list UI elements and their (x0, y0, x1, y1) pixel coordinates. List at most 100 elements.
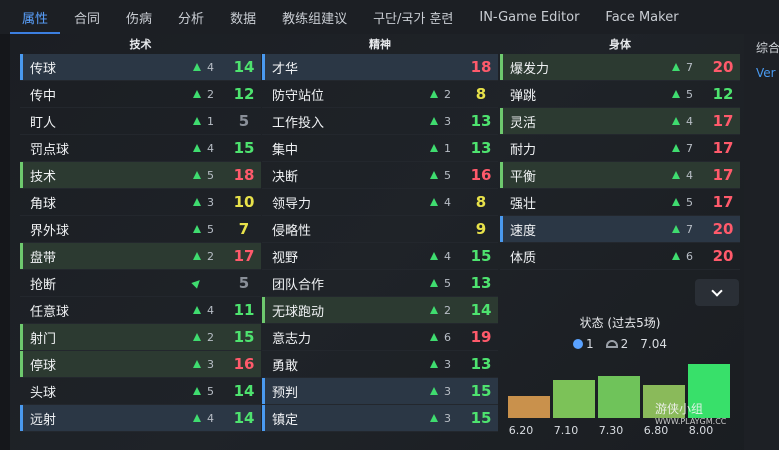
physical-attr-row[interactable]: 耐力 7 17 (500, 135, 740, 162)
tab-2[interactable]: 伤病 (126, 0, 152, 34)
left-strip (0, 34, 10, 450)
trend-up-icon (672, 90, 680, 98)
attr-trend: 7 (672, 142, 706, 155)
attr-value: 14 (233, 58, 255, 76)
mental-attr-row[interactable]: 镇定 3 15 (262, 405, 498, 432)
attr-value: 11 (233, 301, 255, 319)
technical-attr-row[interactable]: 传球 4 14 (20, 54, 261, 81)
technical-attr-row[interactable]: 盯人 1 5 (20, 108, 261, 135)
attr-name: 才华 (272, 61, 299, 77)
tab-7[interactable]: IN-Game Editor (479, 0, 579, 34)
attr-value: 17 (712, 166, 734, 184)
mental-attr-row[interactable]: 无球跑动 2 14 (262, 297, 498, 324)
tab-0[interactable]: 属性 (9, 0, 61, 34)
tab-bar: 属性 合同 伤病 分析 数据 教练组建议 구단/국가 훈련 IN-Game Editor Fac… (0, 0, 779, 34)
expand-dropdown-button[interactable] (695, 279, 739, 306)
trend-up-icon (672, 144, 680, 152)
trend-value: 2 (207, 87, 214, 101)
attr-trend: 5 (430, 169, 464, 182)
attr-trend: 5 (672, 88, 706, 101)
right-panel-link[interactable]: Ver (756, 66, 776, 80)
tab-4[interactable]: 数据 (230, 0, 256, 34)
technical-attr-row[interactable]: 传中 2 12 (20, 81, 261, 108)
technical-attr-row[interactable]: 抢断 5 (20, 270, 261, 297)
mental-attr-row[interactable]: 团队合作 5 13 (262, 270, 498, 297)
mental-attr-row[interactable]: 集中 1 13 (262, 135, 498, 162)
technical-attr-row[interactable]: 罚点球 4 15 (20, 135, 261, 162)
attr-trend: 4 (193, 412, 227, 425)
mental-attr-row[interactable]: 勇敢 3 13 (262, 351, 498, 378)
trend-value: 2 (444, 303, 451, 317)
trend-value: 4 (207, 60, 214, 74)
mental-attr-row[interactable]: 侵略性 9 (262, 216, 498, 243)
trend-up-icon (193, 360, 201, 368)
mental-attr-row[interactable]: 预判 3 15 (262, 378, 498, 405)
trend-value: 4 (444, 249, 451, 263)
mental-attr-row[interactable]: 意志力 6 19 (262, 324, 498, 351)
physical-attr-row[interactable]: 平衡 4 17 (500, 162, 740, 189)
technical-attr-row[interactable]: 盘带 2 17 (20, 243, 261, 270)
trend-up-icon (193, 171, 201, 179)
attr-value: 14 (233, 382, 255, 400)
attr-trend: 5 (430, 277, 464, 290)
trend-value: 4 (686, 168, 693, 182)
trend-value: 7 (686, 222, 693, 236)
attr-value: 15 (470, 409, 492, 427)
physical-attr-row[interactable]: 弹跳 5 12 (500, 81, 740, 108)
technical-attr-row[interactable]: 界外球 5 7 (20, 216, 261, 243)
trend-value: 2 (207, 249, 214, 263)
tab-6[interactable]: 구단/국가 훈련 (373, 0, 453, 34)
technical-attr-row[interactable]: 停球 3 16 (20, 351, 261, 378)
mental-attr-row[interactable]: 决断 5 16 (262, 162, 498, 189)
trend-value: 7 (686, 60, 693, 74)
attr-trend: 4 (193, 142, 227, 155)
attr-value: 15 (233, 139, 255, 157)
tab-3[interactable]: 分析 (178, 0, 204, 34)
mental-attr-row[interactable]: 防守站位 2 8 (262, 81, 498, 108)
technical-attr-row[interactable]: 角球 3 10 (20, 189, 261, 216)
mental-attr-row[interactable]: 工作投入 3 13 (262, 108, 498, 135)
mental-attr-row[interactable]: 才华 18 (262, 54, 498, 81)
ball-icon (573, 339, 583, 349)
chevron-down-icon (711, 284, 723, 297)
physical-attr-row[interactable]: 速度 7 20 (500, 216, 740, 243)
attr-value: 8 (475, 85, 487, 103)
attr-trend: 4 (672, 169, 706, 182)
tab-5[interactable]: 教练组建议 (282, 0, 347, 34)
physical-attr-row[interactable]: 灵活 4 17 (500, 108, 740, 135)
trend-up-icon (193, 198, 201, 206)
technical-header: 技术 (129, 38, 152, 51)
trend-value: 5 (207, 384, 214, 398)
mental-attr-row[interactable]: 领导力 4 8 (262, 189, 498, 216)
attr-value: 17 (712, 112, 734, 130)
physical-attr-row[interactable]: 体质 6 20 (500, 243, 740, 270)
attr-name: 镇定 (272, 412, 299, 428)
attr-value: 17 (712, 193, 734, 211)
trend-up-icon (193, 414, 201, 422)
trend-value: 3 (207, 195, 214, 209)
technical-column: 技术 传球 4 14 传中 2 12 盯人 1 5 罚点球 4 15 技术 5 18 角球 3 10 界外球 5 7 盘带… (20, 34, 261, 432)
attr-trend: 5 (672, 196, 706, 209)
technical-attr-row[interactable]: 任意球 4 11 (20, 297, 261, 324)
tab-8[interactable]: Face Maker (605, 0, 678, 34)
attr-value: 7 (238, 220, 250, 238)
physical-attr-row[interactable]: 爆发力 7 20 (500, 54, 740, 81)
trend-value: 6 (444, 330, 451, 344)
trend-value: 1 (207, 114, 214, 128)
physical-attr-row[interactable]: 强壮 5 17 (500, 189, 740, 216)
attr-value: 13 (470, 274, 492, 292)
mental-attr-row[interactable]: 视野 4 15 (262, 243, 498, 270)
attr-value: 10 (233, 193, 255, 211)
physical-header: 身体 (609, 38, 631, 51)
attr-value: 14 (233, 409, 255, 427)
trend-value: 4 (686, 114, 693, 128)
tab-1[interactable]: 合同 (74, 0, 100, 34)
technical-attr-row[interactable]: 头球 5 14 (20, 378, 261, 405)
attr-value: 18 (233, 166, 255, 184)
trend-up-icon (193, 117, 201, 125)
technical-attr-row[interactable]: 技术 5 18 (20, 162, 261, 189)
technical-attr-row[interactable]: 射门 2 15 (20, 324, 261, 351)
trend-up-icon (672, 252, 680, 260)
technical-attr-row[interactable]: 远射 4 14 (20, 405, 261, 432)
attr-name: 射门 (30, 331, 57, 347)
